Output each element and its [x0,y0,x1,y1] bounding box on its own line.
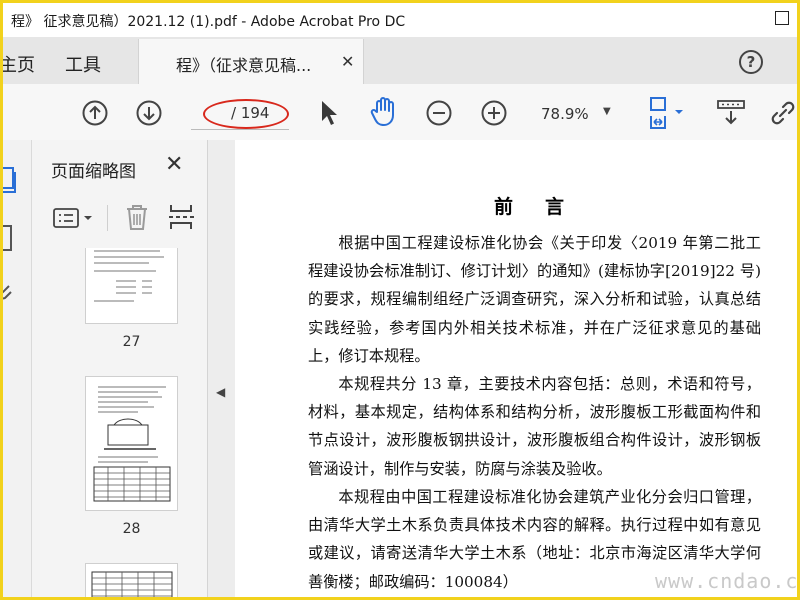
zoom-dropdown-icon[interactable]: ▼ [603,106,611,117]
next-page-button[interactable] [135,99,163,127]
arrow-up-circle-icon [82,100,108,126]
scroll-mode-button[interactable] [715,98,747,128]
bookmark-icon[interactable] [3,224,13,252]
page-extract-icon[interactable] [167,203,195,231]
left-tool-rail [3,140,32,597]
panel-title: 页面缩略图 [51,162,136,182]
hand-icon [370,97,394,126]
maximize-button[interactable] [775,11,789,25]
select-tool-button[interactable] [318,98,340,128]
attachment-icon[interactable] [3,280,13,308]
panel-collapse-strip[interactable]: ◀ [207,140,236,597]
thumbnail-content [93,386,171,502]
site-watermark: www.cndao.com [655,569,797,593]
minus-circle-icon [426,100,452,126]
thumbnail-label: 27 [122,334,141,350]
tab-bar: 主页 工具 程》（征求意见稿... ✕ ? [3,37,797,84]
panel-toolbar [47,201,207,235]
zoom-in-button[interactable] [480,99,508,127]
zoom-out-button[interactable] [425,99,453,127]
thumbnail-page[interactable] [85,248,178,324]
thumbnail-options-icon[interactable] [53,207,95,229]
trash-icon[interactable] [124,203,150,231]
tab-tools[interactable]: 工具 [65,51,101,77]
close-tab-button[interactable]: ✕ [341,52,354,71]
cursor-arrow-icon [322,101,337,125]
arrow-down-circle-icon [136,100,162,126]
document-paragraph: 本规程共分 13 章，主要技术内容包括：总则，术语和符号，材料，基本规定，结构体… [308,375,761,478]
help-button[interactable]: ? [739,50,763,74]
plus-circle-icon [481,100,507,126]
thumbnail-content [94,250,164,302]
link-icon [771,101,795,125]
thumbnail-content [91,571,173,597]
thumbnail-label: 28 [122,521,141,537]
thumbnail-list: 27 28 [32,248,207,597]
zoom-level[interactable]: 78.9% [541,105,589,123]
fit-page-button[interactable] [645,96,685,130]
link-button[interactable] [767,98,797,128]
thumbnails-panel: 页面缩略图 ✕ 27 28 [32,140,207,597]
collapse-arrow-icon[interactable]: ◀ [216,385,225,399]
document-paragraph: 根据中国工程建设标准化协会《关于印发〈2019 年第二批工程建设协会标准制订、修… [308,234,761,365]
thumbnail-page[interactable] [85,376,178,511]
keyboard-scroll-icon [717,100,745,125]
document-heading: 前言 [494,196,597,218]
document-tab-label: 程》（征求意见稿... [176,56,312,75]
tab-document[interactable]: 程》（征求意见稿... ✕ [138,39,364,84]
tab-home[interactable]: 主页 [3,51,35,77]
page-thumbnails-icon[interactable] [3,166,17,194]
title-bar: 程》 征求意见稿）2021.12 (1).pdf - Adobe Acrobat… [3,3,797,37]
previous-page-button[interactable] [81,99,109,127]
fit-width-icon [650,97,683,129]
hand-tool-button[interactable] [369,96,399,128]
thumbnail-page[interactable] [85,563,178,597]
close-panel-button[interactable]: ✕ [165,152,183,177]
document-view[interactable]: 前言 根据中国工程建设标准化协会《关于印发〈2019 年第二批工程建设协会标准制… [235,140,797,597]
window-title: 程》 征求意见稿）2021.12 (1).pdf - Adobe Acrobat… [11,14,406,30]
annotation-ellipse [203,99,289,129]
acrobat-window: 程》 征求意见稿）2021.12 (1).pdf - Adobe Acrobat… [3,3,797,597]
toolbar: / 194 78.9% ▼ [3,84,797,141]
